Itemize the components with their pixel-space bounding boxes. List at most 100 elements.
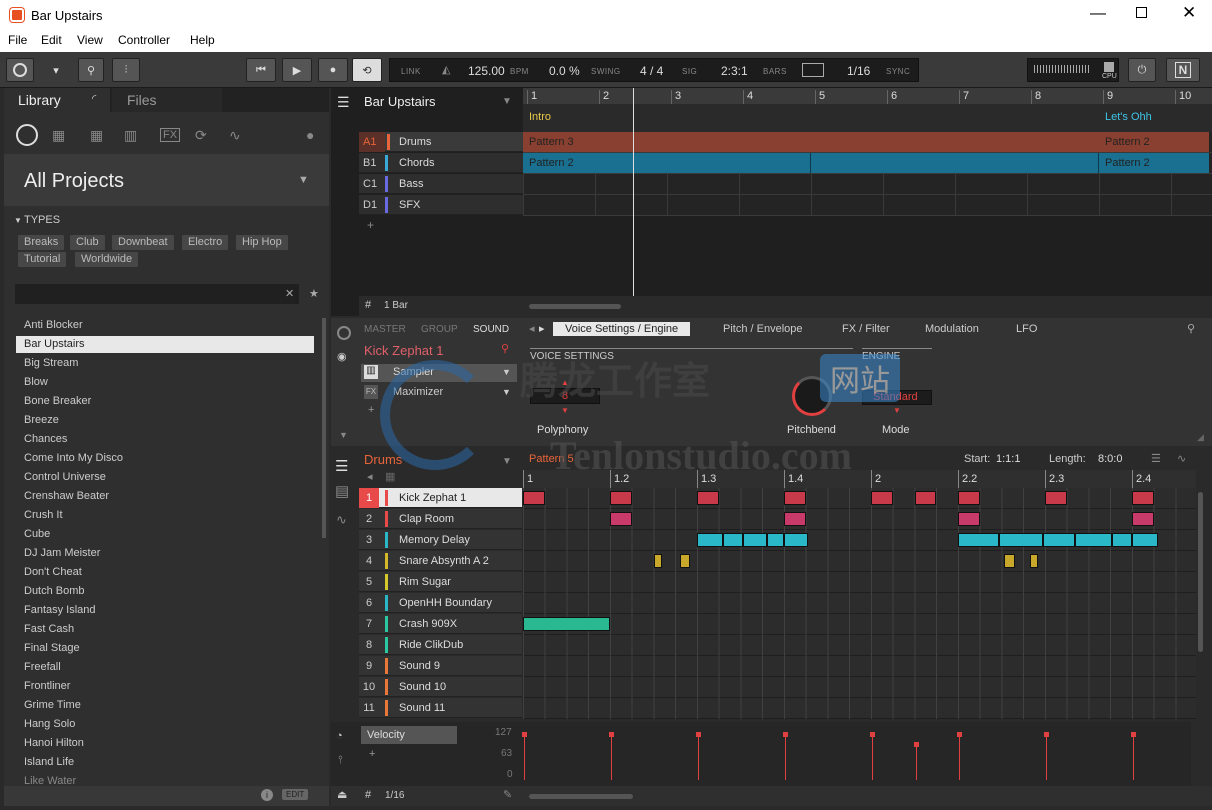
sound-row[interactable]: 1 Kick Zephat 1 [359,488,522,508]
velocity-handle[interactable] [783,732,788,737]
tab-group[interactable]: GROUP [421,324,458,335]
list-item[interactable]: Hanoi Hilton [16,735,314,752]
velocity-select[interactable]: Velocity [361,726,457,744]
group-filter-icon[interactable]: ▦ [52,127,65,144]
prev-page-icon[interactable]: ◂ [529,322,535,335]
sound-row[interactable]: 4 Snare Absynth A 2 [359,551,522,571]
chevron-down-icon[interactable]: ▼ [502,96,512,107]
menu-dropdown-button[interactable]: ▾ [42,58,70,82]
rewind-button[interactable]: ⏮ [246,58,276,82]
plugin-icon[interactable]: ◉ [337,350,347,363]
tag-worldwide[interactable]: Worldwide [75,252,139,267]
group-row[interactable]: B1 Chords [359,153,523,173]
add-plugin-button[interactable]: + [368,404,374,416]
tab-modulation[interactable]: Modulation [925,323,979,335]
list-item[interactable]: Bar Upstairs [16,336,314,353]
list-item[interactable]: Freefall [16,659,314,676]
velocity-bar[interactable] [524,734,525,780]
user-filter-icon[interactable]: ● [306,127,314,143]
note-event[interactable] [958,512,980,526]
chevron-down-icon[interactable]: ▼ [298,174,309,186]
tab-lfo[interactable]: LFO [1016,323,1037,335]
maschine-logo-button[interactable] [6,58,34,82]
note-event[interactable] [523,491,545,505]
chevron-down-icon[interactable]: ▼ [502,456,512,467]
note-event[interactable] [1112,533,1132,547]
fx-filter-icon[interactable]: FX [160,128,181,142]
tag-tutorial[interactable]: Tutorial [18,252,67,267]
velocity-handle[interactable] [870,732,875,737]
velocity-bar[interactable] [915,744,917,780]
velocity-bar[interactable] [785,734,786,780]
sound-row[interactable]: 6 OpenHH Boundary [359,593,522,613]
note-event[interactable] [958,491,980,505]
library-scrollbar[interactable] [322,318,326,538]
note-event[interactable] [610,512,632,526]
list-item[interactable]: Crush It [16,507,314,524]
power-button[interactable]: ⏻ [1128,58,1156,82]
section-intro[interactable]: Intro [529,111,551,123]
note-event[interactable] [653,554,663,568]
list-item[interactable]: Chances [16,431,314,448]
note-event[interactable] [523,617,610,631]
bar-length[interactable]: 1 Bar [384,300,408,311]
group-row[interactable]: A1 Drums [359,132,523,152]
decrement-icon[interactable]: ▼ [561,406,569,415]
menu-edit[interactable]: Edit [41,33,62,47]
types-expand-icon[interactable]: ▼ [14,216,22,225]
list-item[interactable]: Island Life [16,754,314,771]
velocity-handle[interactable] [696,732,701,737]
menu-view[interactable]: View [77,33,103,47]
velocity-bar[interactable] [698,734,699,780]
pattern-name[interactable]: Pattern 5 [529,453,574,465]
pattern-clip[interactable]: Pattern 3 [523,132,1099,152]
bpm-value[interactable]: 125.00 [468,64,505,78]
loop-filter-icon[interactable]: ⟳ [195,127,207,144]
velocity-bar[interactable] [611,734,612,780]
velocity-bar[interactable] [959,734,960,780]
search-icon[interactable]: ⚲ [1187,322,1195,335]
note-event[interactable] [723,533,743,547]
sound-row[interactable]: 11 Sound 11 [359,698,522,718]
note-event[interactable] [1042,533,1076,547]
list-item[interactable]: Like Water [16,773,314,786]
velocity-graph[interactable] [522,722,1191,786]
note-event[interactable] [1075,533,1113,547]
metronome-icon[interactable]: ◭ [442,63,450,76]
loop-button[interactable]: ⟲ [352,58,382,82]
library-title-bar[interactable]: All Projects ▼ [4,154,329,206]
timeline-ruler[interactable]: 1 2 3 4 5 6 7 8 9 10 [523,88,1212,104]
list-item[interactable]: Big Stream [16,355,314,372]
note-event[interactable] [999,533,1043,547]
group-row[interactable]: C1 Bass [359,174,523,194]
plugin-slot-sampler[interactable]: ▥ Sampler ▼ [361,364,517,382]
beat-ruler[interactable]: 1 1.2 1.3 1.4 2 2.2 2.3 2.4 [523,470,1196,488]
follow-icon[interactable] [802,63,824,77]
eject-icon[interactable]: ⏏ [337,788,347,801]
pattern-h-scrollbar[interactable] [529,794,633,799]
info-icon[interactable]: i [261,789,273,801]
note-event[interactable] [784,533,808,547]
macro-icon[interactable] [337,326,351,340]
list-item[interactable]: Anti Blocker [16,317,314,334]
list-item[interactable]: Final Stage [16,640,314,657]
tag-club[interactable]: Club [70,235,105,250]
tab-fx-filter[interactable]: FX / Filter [842,323,890,335]
project-filter-icon[interactable] [16,124,38,146]
sound-row[interactable]: 7 Crash 909X [359,614,522,634]
list-item[interactable]: Cube [16,526,314,543]
list-item[interactable]: Grime Time [16,697,314,714]
tag-hip-hop[interactable]: Hip Hop [236,235,288,250]
velocity-handle[interactable] [1131,732,1136,737]
list-item[interactable]: Fantasy Island [16,602,314,619]
note-event[interactable] [1132,512,1154,526]
list-item[interactable]: Dutch Bomb [16,583,314,600]
refresh-icon[interactable]: ◜ [92,92,96,105]
ideas-view-icon[interactable]: ☰ [337,94,350,111]
chevron-down-icon[interactable]: ▼ [502,387,511,397]
edit-button[interactable]: EDIT [282,789,309,800]
note-event[interactable] [784,491,806,505]
arranger-scrollbar[interactable] [529,304,621,309]
keyboard-view-icon[interactable]: ☰ [335,457,348,475]
record-button[interactable]: ● [318,58,348,82]
